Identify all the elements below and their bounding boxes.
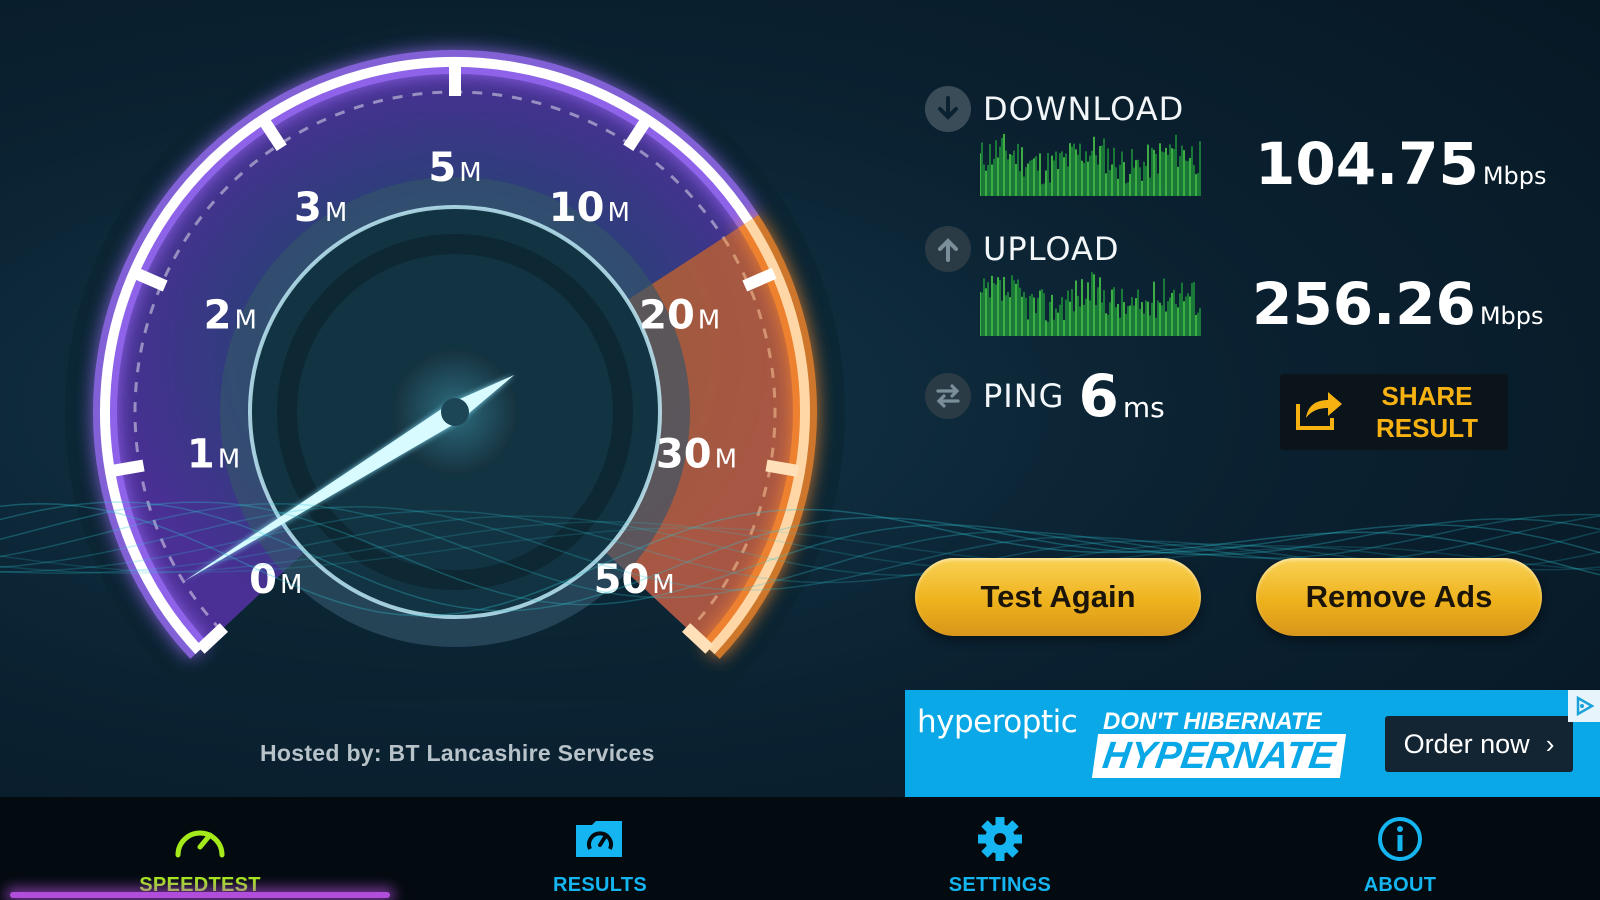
gear-icon xyxy=(972,815,1028,868)
ping-value: 6 xyxy=(1078,362,1119,430)
tab-results-label: RESULTS xyxy=(553,874,647,896)
hosted-by-label: Hosted by: BT Lancashire Services xyxy=(260,740,655,766)
order-now-button[interactable]: Order now › xyxy=(1385,716,1573,772)
adchoices-icon[interactable] xyxy=(1568,690,1600,722)
ad-tagline: DON'T HIBERNATE xyxy=(1103,708,1322,735)
download-value-row: 104.75 Mbps xyxy=(1255,130,1547,198)
download-row: DOWNLOAD xyxy=(925,86,1184,132)
order-now-label: Order now xyxy=(1403,728,1530,759)
info-icon xyxy=(1372,815,1428,868)
download-value: 104.75 xyxy=(1255,130,1479,198)
speedometer-icon xyxy=(172,815,228,868)
tab-settings-label: SETTINGS xyxy=(948,874,1052,896)
tab-about-label: ABOUT xyxy=(1363,874,1437,896)
ad-banner[interactable]: hyperoptic DON'T HIBERNATE HYPERNATE Ord… xyxy=(905,690,1600,797)
upload-sparkline xyxy=(980,272,1201,336)
folder-icon xyxy=(572,815,628,868)
bottom-nav: SPEEDTEST RESULTS SETTINGS ABOUT xyxy=(0,797,1600,900)
tab-speedtest-label: SPEEDTEST xyxy=(139,874,261,896)
share-result-label: SHARE RESULT xyxy=(1375,381,1479,443)
share-icon xyxy=(1294,388,1346,437)
ping-label: PING xyxy=(983,377,1065,415)
download-sparkline xyxy=(980,133,1201,196)
tab-settings[interactable]: SETTINGS xyxy=(800,797,1200,900)
ping-row: PING 6 ms xyxy=(925,362,1165,430)
ping-unit: ms xyxy=(1122,391,1165,424)
arrow-down-icon xyxy=(925,86,971,132)
share-result-button[interactable]: SHARE RESULT xyxy=(1280,374,1508,450)
test-again-button[interactable]: Test Again xyxy=(915,558,1201,636)
download-label: DOWNLOAD xyxy=(983,90,1185,128)
tab-about[interactable]: ABOUT xyxy=(1200,797,1600,900)
tab-speedtest[interactable]: SPEEDTEST xyxy=(0,797,400,900)
remove-ads-button[interactable]: Remove Ads xyxy=(1256,558,1542,636)
upload-label: UPLOAD xyxy=(983,230,1120,268)
tab-results[interactable]: RESULTS xyxy=(400,797,800,900)
wave-decoration xyxy=(0,501,1600,617)
download-unit: Mbps xyxy=(1482,162,1547,190)
ad-brand: hyperoptic xyxy=(917,704,1078,740)
upload-unit: Mbps xyxy=(1479,302,1544,330)
upload-value: 256.26 xyxy=(1252,270,1476,338)
ad-headline: HYPERNATE xyxy=(1091,734,1346,778)
upload-value-row: 256.26 Mbps xyxy=(1252,270,1544,338)
arrow-up-icon xyxy=(925,226,971,272)
swap-arrows-icon xyxy=(925,373,971,419)
upload-row: UPLOAD xyxy=(925,226,1120,272)
chevron-right-icon: › xyxy=(1545,728,1555,759)
